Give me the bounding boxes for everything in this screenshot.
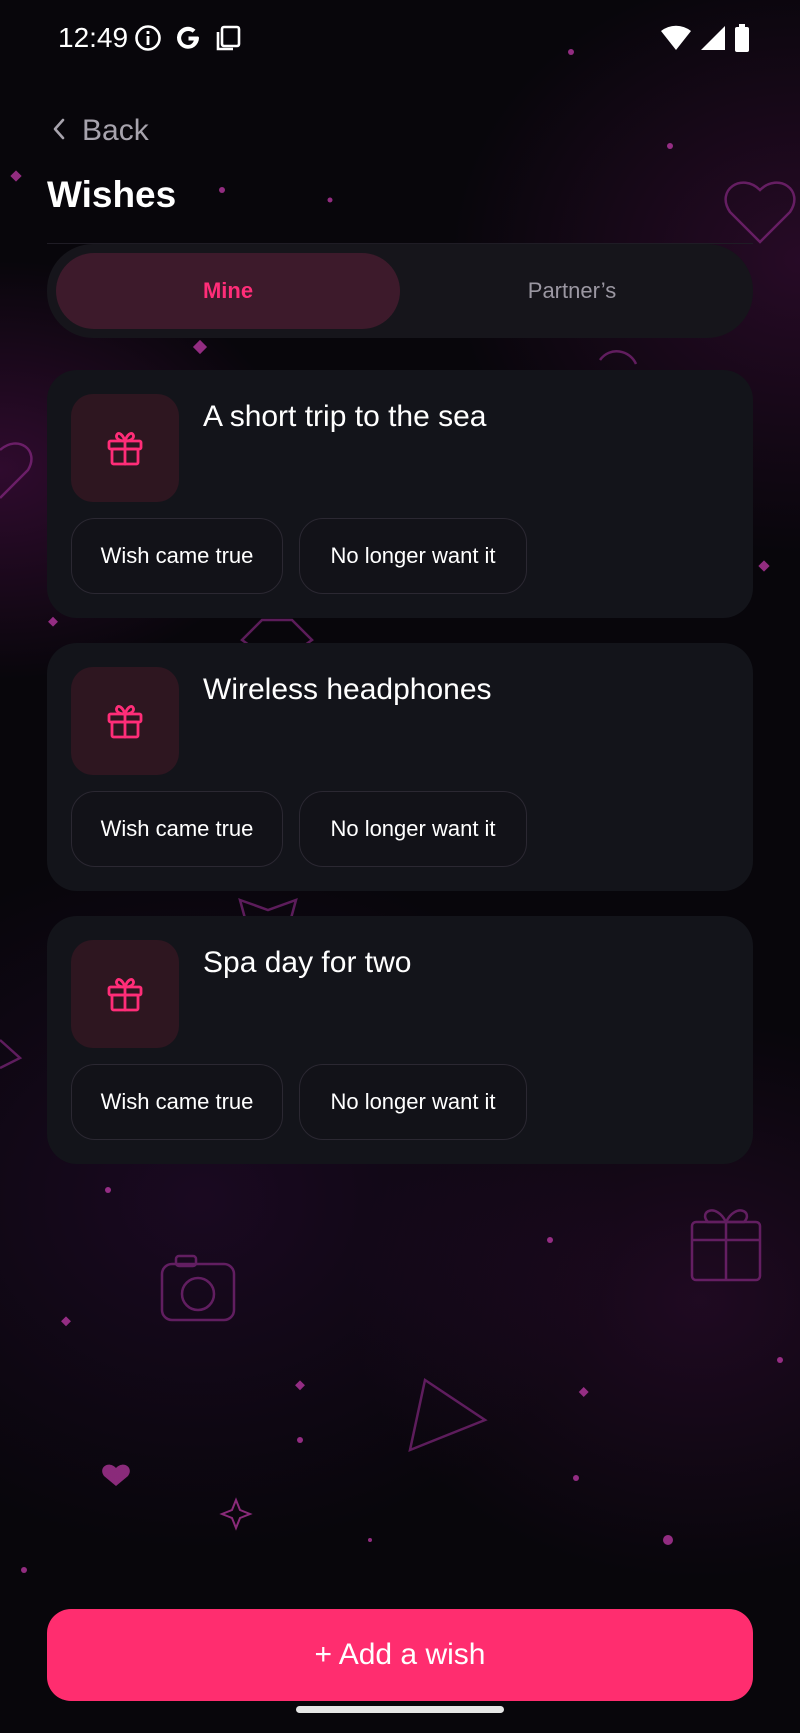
wishes-screen: 12:49 Back Wishes Mine Partner’s A short… [0, 0, 800, 1733]
page-title: Wishes [47, 174, 177, 215]
wish-card: Wireless headphones Wish came true No lo… [47, 643, 753, 891]
tab-partners[interactable]: Partner’s [400, 253, 744, 329]
battery-icon [734, 24, 750, 57]
wish-came-true-button[interactable]: Wish came true [71, 518, 283, 594]
info-icon [134, 24, 162, 57]
wish-title: Spa day for two [203, 946, 412, 979]
back-button[interactable]: Back [50, 114, 149, 148]
segmented-tabs: Mine Partner’s [47, 244, 753, 338]
home-indicator[interactable] [296, 1706, 504, 1713]
copy-icon [214, 24, 242, 57]
status-icons-right [660, 24, 750, 57]
no-longer-want-button[interactable]: No longer want it [299, 791, 527, 867]
tab-mine[interactable]: Mine [56, 253, 400, 329]
add-wish-button[interactable]: + Add a wish [47, 1609, 753, 1701]
wifi-icon [660, 25, 692, 56]
gift-icon [71, 940, 179, 1048]
status-time: 12:49 [58, 22, 129, 53]
google-icon [174, 24, 202, 57]
wish-came-true-button[interactable]: Wish came true [71, 791, 283, 867]
no-longer-want-button[interactable]: No longer want it [299, 1064, 527, 1140]
gift-icon [71, 667, 179, 775]
status-icons-left [134, 24, 242, 57]
chevron-left-icon [50, 117, 68, 146]
wish-came-true-button[interactable]: Wish came true [71, 1064, 283, 1140]
back-label: Back [82, 114, 149, 147]
wish-title: A short trip to the sea [203, 400, 487, 433]
gift-icon [71, 394, 179, 502]
status-bar: 12:49 [0, 0, 800, 80]
wish-card: Spa day for two Wish came true No longer… [47, 916, 753, 1164]
no-longer-want-button[interactable]: No longer want it [299, 518, 527, 594]
signal-icon [700, 25, 726, 56]
wish-title: Wireless headphones [203, 673, 492, 706]
wish-card: A short trip to the sea Wish came true N… [47, 370, 753, 618]
